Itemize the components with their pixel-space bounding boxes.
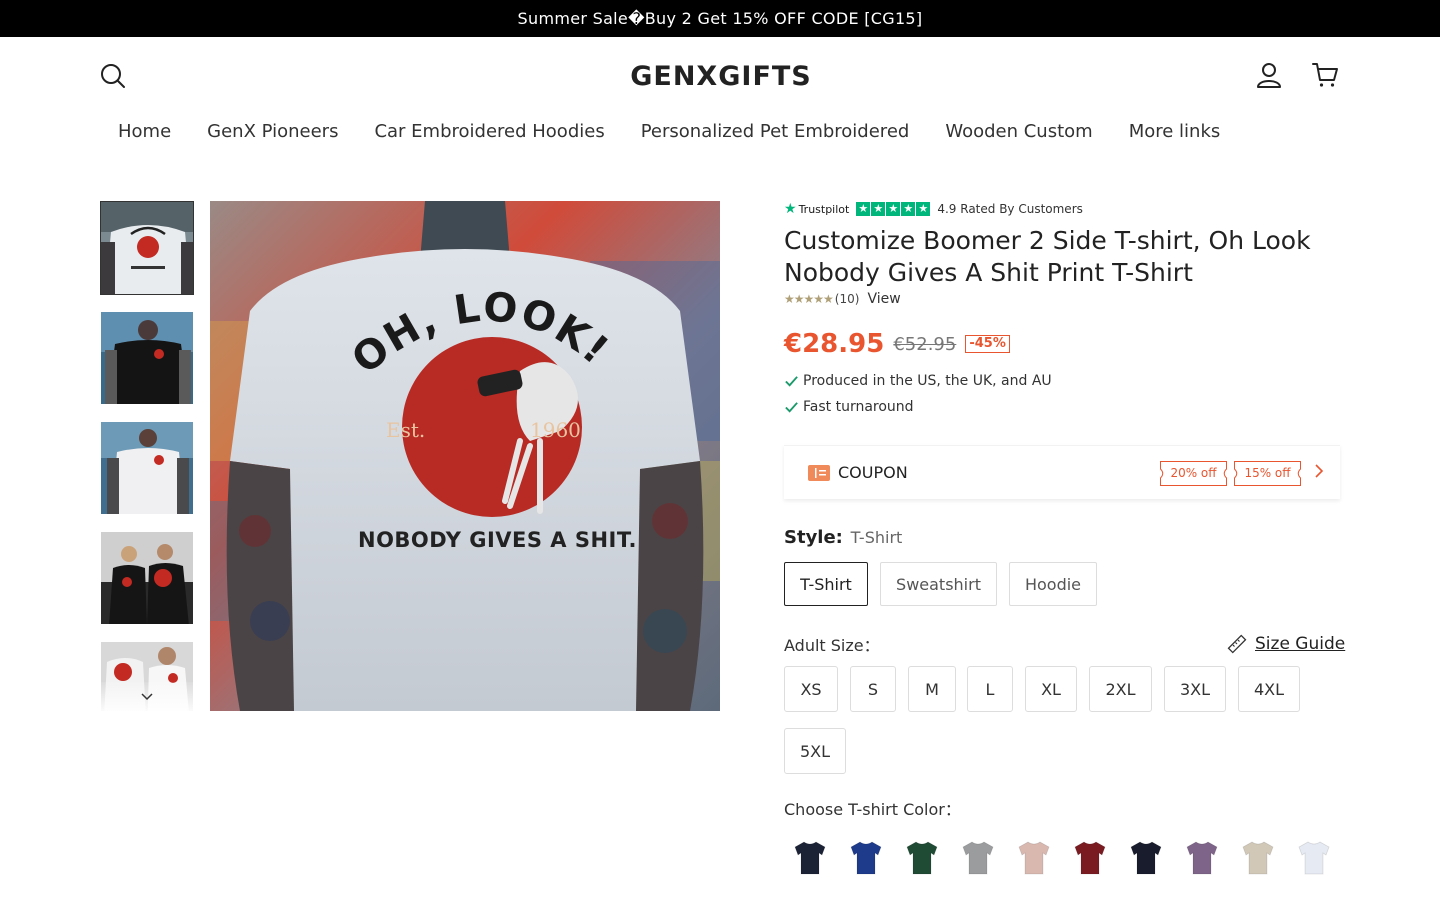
size-option-xl[interactable]: XL — [1025, 666, 1077, 712]
size-option-xs[interactable]: XS — [784, 666, 838, 712]
thumbnail-list — [100, 201, 194, 711]
color-swatch[interactable] — [1241, 838, 1275, 876]
size-option-3xl[interactable]: 3XL — [1164, 666, 1226, 712]
check-icon — [785, 375, 798, 387]
announcement-bar: Summer Sale�Buy 2 Get 15% OFF CODE [CG15… — [0, 0, 1440, 37]
coupon-bar[interactable]: COUPON 20% off 15% off — [784, 445, 1340, 499]
nav-link-wooden-custom[interactable]: Wooden Custom — [927, 118, 1110, 146]
view-reviews-link[interactable]: View — [867, 291, 900, 307]
nav-link-more-links[interactable]: More links — [1111, 118, 1239, 146]
price-row: €28.95 €52.95 -45% — [784, 328, 1010, 360]
color-swatch[interactable] — [905, 838, 939, 876]
chevron-down-icon — [141, 692, 153, 700]
color-swatch[interactable] — [961, 838, 995, 876]
trustpilot-stars: ★ ★ ★ ★ ★ — [856, 202, 931, 216]
style-selected-value: T-Shirt — [850, 528, 903, 547]
tagline-text: NOBODY GIVES A SHIT. — [358, 528, 637, 552]
style-label-row: Style: T-Shirt — [784, 527, 902, 548]
color-swatch[interactable] — [1073, 838, 1107, 876]
coupon-icon — [808, 465, 830, 481]
size-option-5xl[interactable]: 5XL — [784, 728, 846, 774]
size-option-s[interactable]: S — [850, 666, 896, 712]
style-label: Style: — [784, 527, 843, 548]
check-icon — [785, 401, 798, 413]
review-row: ★★★★★ (10) View — [784, 290, 901, 308]
review-stars-icon: ★★★★★ — [784, 292, 834, 306]
coupon-offer-tag[interactable]: 15% off — [1234, 461, 1301, 486]
announcement-text: Summer Sale�Buy 2 Get 15% OFF CODE [CG15… — [517, 9, 923, 28]
color-swatch[interactable] — [1297, 838, 1331, 876]
account-icon[interactable] — [1255, 61, 1283, 89]
main-nav: Home GenX Pioneers Car Embroidered Hoodi… — [100, 118, 1238, 146]
color-swatch[interactable] — [1129, 838, 1163, 876]
color-swatch[interactable] — [849, 838, 883, 876]
compare-price: €52.95 — [893, 333, 957, 355]
search-icon[interactable] — [99, 62, 127, 90]
thumbnail-3[interactable] — [100, 421, 194, 515]
nav-link-home[interactable]: Home — [100, 118, 189, 146]
style-option-sweatshirt[interactable]: Sweatshirt — [880, 562, 997, 606]
nav-link-personalized-pet-embroidered[interactable]: Personalized Pet Embroidered — [623, 118, 928, 146]
style-option-hoodie[interactable]: Hoodie — [1009, 562, 1097, 606]
feature-item: Fast turnaround — [784, 398, 914, 416]
ruler-icon — [1227, 634, 1247, 654]
size-option-2xl[interactable]: 2XL — [1089, 666, 1152, 712]
style-option-tshirt[interactable]: T-Shirt — [784, 562, 868, 606]
coupon-offer-tag[interactable]: 20% off — [1160, 461, 1227, 486]
discount-badge: -45% — [965, 335, 1010, 353]
size-option-l[interactable]: L — [967, 666, 1013, 712]
review-count: (10) — [834, 292, 860, 306]
coupon-label: COUPON — [838, 463, 908, 482]
thumbnail-4[interactable] — [100, 531, 194, 625]
nav-link-genx-pioneers[interactable]: GenX Pioneers — [189, 118, 356, 146]
cart-icon[interactable] — [1311, 61, 1339, 89]
size-option-4xl[interactable]: 4XL — [1238, 666, 1300, 712]
thumbnail-scroll-down[interactable] — [100, 682, 194, 711]
color-swatch[interactable] — [1017, 838, 1051, 876]
size-label: Adult Size： — [784, 636, 880, 655]
nav-link-car-embroidered-hoodies[interactable]: Car Embroidered Hoodies — [356, 118, 622, 146]
feature-item: Produced in the US, the UK, and AU — [784, 372, 1052, 390]
trustpilot-rating-text: 4.9 Rated By Customers — [937, 202, 1083, 216]
year-text: 1960 — [530, 418, 581, 442]
color-swatch[interactable] — [1185, 838, 1219, 876]
product-title: Customize Boomer 2 Side T-shirt, Oh Look… — [784, 226, 1311, 287]
trustpilot-bar: ★ Trustpilot ★ ★ ★ ★ ★ 4.9 Rated By Customer… — [784, 200, 1083, 218]
thumbnail-1[interactable] — [100, 201, 194, 295]
site-logo[interactable]: GENXGIFTS — [626, 60, 816, 94]
chevron-right-icon[interactable] — [1312, 463, 1326, 479]
trustpilot-star-icon: ★ — [784, 201, 797, 217]
size-option-m[interactable]: M — [908, 666, 956, 712]
color-label: Choose T-shirt Color： — [784, 800, 961, 819]
sale-price: €28.95 — [784, 329, 885, 359]
color-swatch[interactable] — [793, 838, 827, 876]
thumbnail-2[interactable] — [100, 311, 194, 405]
main-product-image[interactable]: Est. 1960 OH, LOOK! NOBODY GIVES A SHIT. — [210, 201, 720, 711]
size-guide-link[interactable]: Size Guide — [1227, 633, 1345, 655]
trustpilot-logo: ★ Trustpilot — [784, 201, 850, 217]
est-text: Est. — [386, 418, 425, 442]
